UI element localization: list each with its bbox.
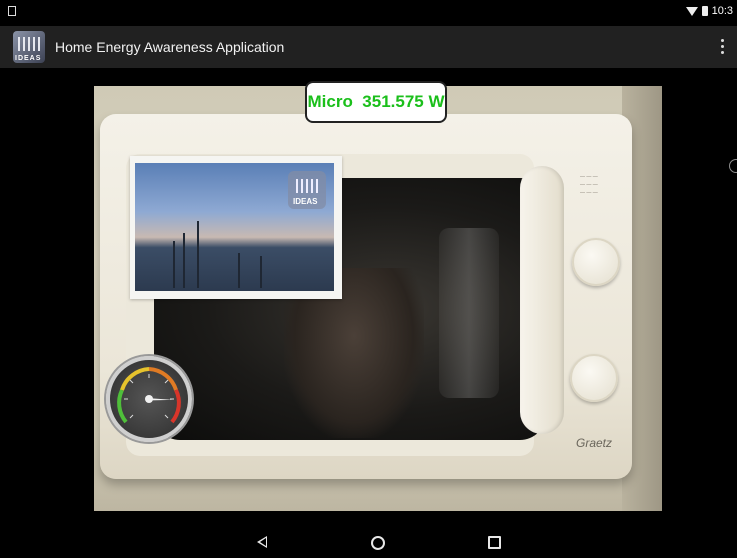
back-button[interactable]: [257, 536, 267, 548]
overflow-menu-icon[interactable]: [721, 39, 725, 54]
wind-farm-photo: IDEAS: [135, 163, 334, 291]
wifi-icon: [685, 6, 698, 16]
control-panel: — — — — — — — — — Graetz: [560, 154, 622, 454]
notification-icon: [8, 6, 16, 16]
status-time: 10:3: [711, 5, 733, 17]
app-title: Home Energy Awareness Application: [55, 39, 285, 55]
brand-label: Graetz: [576, 436, 613, 450]
recent-apps-button[interactable]: [488, 536, 501, 549]
app-logo-icon[interactable]: IDEAS: [13, 31, 45, 63]
navigation-bar: [0, 527, 737, 558]
app-bar: IDEAS Home Energy Awareness Application: [0, 26, 737, 68]
power-reading-label: Micro 351.575 W: [305, 81, 447, 123]
power-value: 351.575 W: [362, 92, 445, 111]
timer-dial: [570, 354, 618, 402]
appliance-name: Micro: [307, 92, 353, 111]
status-bar: 10:3: [0, 0, 737, 26]
power-gauge: [106, 356, 192, 442]
status-icons: 10:3: [685, 5, 733, 17]
gauge-dial-icon: [117, 367, 181, 424]
battery-icon: [701, 6, 708, 16]
side-action-icon[interactable]: [729, 159, 737, 173]
microwave-handle: [520, 166, 564, 434]
home-button[interactable]: [371, 536, 385, 550]
camera-view[interactable]: — — — — — — — — — Graetz IDEAS: [94, 86, 662, 511]
ar-marker-poster: IDEAS: [130, 156, 342, 299]
marker-logo-icon: IDEAS: [288, 171, 326, 209]
power-dial: [572, 238, 620, 286]
